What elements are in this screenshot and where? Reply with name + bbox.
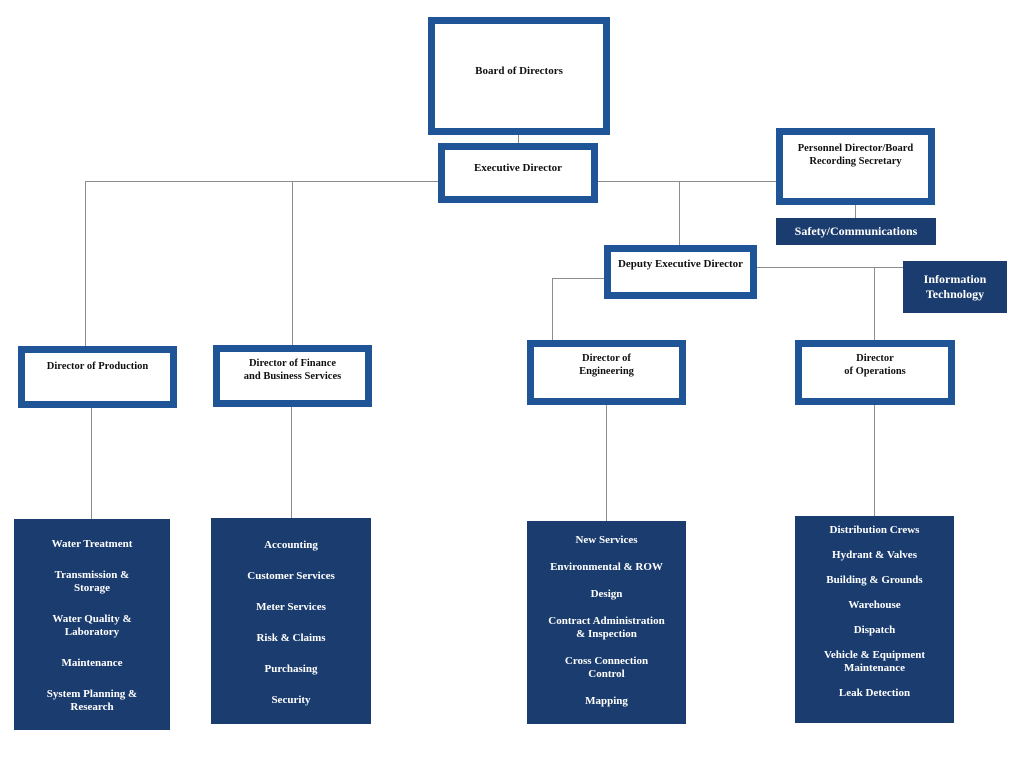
node-safety-communications-label: Safety/Communications — [794, 224, 918, 239]
list-item: Risk & Claims — [256, 631, 326, 644]
connector-exec-to-personnel — [598, 181, 776, 182]
dept-block-production[interactable]: Water Treatment Transmission & Storage W… — [14, 519, 170, 730]
node-board-of-directors[interactable]: Board of Directors — [428, 17, 610, 135]
list-item: Distribution Crews — [829, 524, 920, 536]
node-director-of-operations-label: Director of Operations — [844, 353, 906, 377]
connector-production-to-depts — [91, 408, 92, 520]
dept-block-operations[interactable]: Distribution Crews Hydrant & Valves Buil… — [795, 516, 954, 723]
list-item: Customer Services — [247, 569, 335, 582]
connector-bus-to-finance — [292, 181, 293, 345]
list-item: Cross Connection Control — [564, 654, 649, 680]
list-item: Water Quality & Laboratory — [52, 612, 132, 638]
node-director-of-operations[interactable]: Director of Operations — [795, 340, 955, 405]
node-director-of-production[interactable]: Director of Production — [18, 346, 177, 408]
list-item: Transmission & Storage — [54, 568, 130, 594]
connector-deputy-to-engineering — [552, 278, 553, 340]
node-information-technology-label: Information Technology — [923, 272, 987, 301]
list-item: Design — [590, 587, 623, 600]
list-item: Vehicle & Equipment Maintenance — [823, 648, 926, 674]
node-director-of-engineering-label: Director of Engineering — [579, 353, 634, 377]
list-item: Accounting — [264, 539, 318, 551]
list-item: Meter Services — [256, 600, 326, 613]
node-executive-director-label: Executive Director — [473, 162, 563, 174]
list-item: New Services — [575, 534, 638, 546]
node-safety-communications[interactable]: Safety/Communications — [776, 218, 936, 245]
node-deputy-executive-director-label: Deputy Executive Director — [617, 258, 744, 270]
connector-engineering-to-depts — [606, 405, 607, 521]
dept-block-finance[interactable]: Accounting Customer Services Meter Servi… — [211, 518, 371, 724]
list-item: Mapping — [585, 694, 628, 707]
list-item: System Planning & Research — [46, 687, 138, 713]
connector-finance-to-depts — [291, 407, 292, 519]
connector-bus-to-production — [85, 181, 86, 346]
connector-operations-to-depts — [874, 405, 875, 516]
node-director-of-production-label: Director of Production — [46, 361, 149, 372]
list-item: Hydrant & Valves — [832, 548, 917, 561]
org-chart-canvas: Board of Directors Executive Director Pe… — [0, 0, 1024, 764]
node-director-of-finance[interactable]: Director of Finance and Business Service… — [213, 345, 372, 407]
connector-personnel-to-safety — [855, 205, 856, 219]
connector-deputy-right-bus — [757, 267, 903, 268]
list-item: Security — [271, 693, 311, 706]
connector-deputy-left-bus — [552, 278, 604, 279]
list-item: Building & Grounds — [826, 573, 923, 586]
list-item: Environmental & ROW — [550, 560, 663, 573]
node-personnel-director-label: Personnel Director/Board Recording Secre… — [797, 143, 914, 167]
connector-deputy-to-operations — [874, 267, 875, 340]
node-board-of-directors-label: Board of Directors — [475, 65, 563, 77]
dept-block-engineering[interactable]: New Services Environmental & ROW Design … — [527, 521, 686, 724]
node-director-of-engineering[interactable]: Director of Engineering — [527, 340, 686, 405]
node-executive-director[interactable]: Executive Director — [438, 143, 598, 203]
node-director-of-finance-label: Director of Finance and Business Service… — [243, 358, 342, 382]
node-information-technology[interactable]: Information Technology — [903, 261, 1007, 313]
list-item: Dispatch — [853, 623, 896, 636]
list-item: Leak Detection — [838, 686, 911, 699]
connector-exec-main-bus — [85, 181, 438, 182]
node-personnel-director[interactable]: Personnel Director/Board Recording Secre… — [776, 128, 935, 205]
list-item: Maintenance — [61, 656, 123, 669]
node-deputy-executive-director[interactable]: Deputy Executive Director — [604, 245, 757, 299]
list-item: Purchasing — [264, 662, 318, 675]
list-item: Water Treatment — [51, 538, 133, 550]
connector-bus-to-deputy — [679, 181, 680, 245]
list-item: Warehouse — [848, 598, 901, 611]
list-item: Contract Administration & Inspection — [548, 614, 665, 640]
